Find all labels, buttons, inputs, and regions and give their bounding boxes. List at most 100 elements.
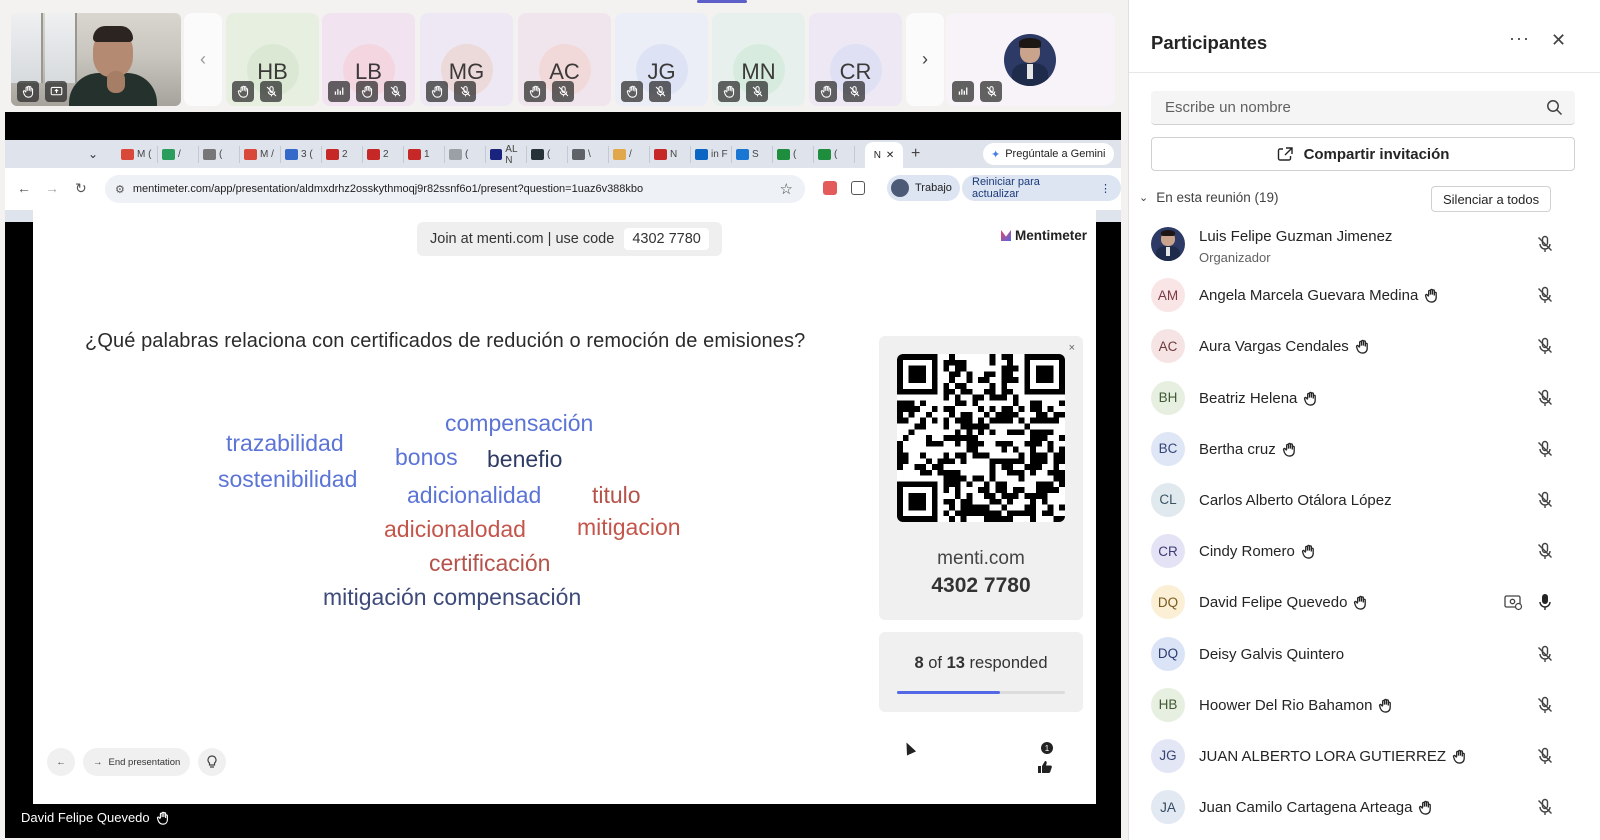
- participant-row[interactable]: DQ David Felipe Quevedo: [1129, 577, 1600, 628]
- participant-tile-organizer[interactable]: [946, 13, 1115, 106]
- url-bar[interactable]: ⚙ mentimeter.com/app/presentation/aldmxd…: [105, 175, 805, 203]
- participant-name: David Felipe Quevedo: [1199, 594, 1368, 611]
- mic-icon[interactable]: [1535, 592, 1555, 612]
- gallery-next-button[interactable]: ›: [906, 13, 944, 106]
- extension-icon[interactable]: [823, 181, 837, 195]
- browser-tab[interactable]: /: [609, 146, 650, 163]
- participant-tile[interactable]: CR: [809, 13, 902, 106]
- participant-row[interactable]: DQ Deisy Galvis Quintero: [1129, 629, 1600, 680]
- search-icon: [1547, 100, 1563, 116]
- arrow-left-icon: ←: [56, 756, 66, 768]
- participant-tile[interactable]: JG: [615, 13, 708, 106]
- self-video-tile[interactable]: [11, 13, 181, 106]
- mic-off-icon[interactable]: [1535, 644, 1555, 664]
- browser-tab[interactable]: 3 (: [281, 146, 322, 163]
- bookmark-star-icon[interactable]: ☆: [780, 180, 793, 198]
- audio-level-icon: [328, 81, 350, 102]
- forward-icon[interactable]: →: [45, 180, 59, 196]
- participant-name: Angela Marcela Guevara Medina: [1199, 287, 1439, 304]
- search-input[interactable]: [1165, 99, 1535, 116]
- browser-tab[interactable]: (: [199, 146, 240, 163]
- participant-row[interactable]: Luis Felipe Guzman Jimenez Organizador: [1129, 219, 1600, 270]
- share-invite-button[interactable]: Compartir invitación: [1151, 137, 1575, 171]
- close-icon[interactable]: ✕: [886, 150, 894, 161]
- participant-tile[interactable]: MG: [420, 13, 513, 106]
- participant-row[interactable]: AM Angela Marcela Guevara Medina: [1129, 270, 1600, 321]
- browser-tab[interactable]: AL N: [486, 144, 527, 166]
- browser-tab[interactable]: (: [445, 146, 486, 163]
- mute-all-button[interactable]: Silenciar a todos: [1431, 186, 1552, 212]
- mic-off-icon[interactable]: [1535, 695, 1555, 715]
- mentimeter-logo: Mentimeter: [1001, 228, 1087, 243]
- browser-tab[interactable]: in F: [691, 146, 732, 163]
- browser-tab[interactable]: M (: [117, 146, 158, 163]
- update-button[interactable]: Reiniciar para actualizar ⋮: [962, 175, 1121, 201]
- favicon-icon: [736, 149, 749, 160]
- mic-off-icon: [552, 81, 574, 102]
- site-settings-icon[interactable]: ⚙: [115, 183, 125, 196]
- participant-row[interactable]: AC Aura Vargas Cendales: [1129, 321, 1600, 372]
- divider: [1129, 72, 1600, 73]
- browser-tab[interactable]: (: [773, 146, 814, 163]
- close-icon[interactable]: ×: [1069, 342, 1075, 354]
- participant-row[interactable]: JG JUAN ALBERTO LORA GUTIERREZ: [1129, 731, 1600, 782]
- kebab-menu-icon[interactable]: ⋮: [1100, 182, 1111, 195]
- reactions[interactable]: 1: [1035, 742, 1059, 782]
- reload-icon[interactable]: ↻: [75, 180, 87, 197]
- browser-tab[interactable]: N: [650, 146, 691, 163]
- hand-raised-icon: [1303, 391, 1318, 406]
- browser-tab[interactable]: 1: [404, 146, 445, 163]
- mic-off-icon[interactable]: [1535, 746, 1555, 766]
- mic-off-icon[interactable]: [1535, 285, 1555, 305]
- gallery-indicator: [697, 0, 747, 3]
- browser-tab[interactable]: S: [732, 146, 773, 163]
- participant-row[interactable]: CR Cindy Romero: [1129, 526, 1600, 577]
- participant-search[interactable]: [1151, 91, 1575, 125]
- participant-row[interactable]: BH Beatriz Helena: [1129, 373, 1600, 424]
- word-cloud-word: adicionalidad: [407, 482, 542, 508]
- participant-row[interactable]: HB Hoower Del Rio Bahamon: [1129, 680, 1600, 731]
- end-presentation-button[interactable]: → End presentation: [83, 748, 191, 776]
- browser-tab[interactable]: 2: [322, 146, 363, 163]
- mic-off-icon[interactable]: [1535, 388, 1555, 408]
- mic-off-icon[interactable]: [1535, 490, 1555, 510]
- participant-tile[interactable]: LB: [322, 13, 415, 106]
- back-icon[interactable]: ←: [17, 180, 31, 196]
- participant-row[interactable]: CL Carlos Alberto Otálora López: [1129, 475, 1600, 526]
- gemini-button[interactable]: ✦ Pregúntale a Gemini: [983, 143, 1114, 165]
- join-instructions: Join at menti.com | use code 4302 7780: [417, 222, 722, 256]
- profile-button[interactable]: Trabajo: [887, 175, 960, 201]
- mic-off-icon[interactable]: [1535, 336, 1555, 356]
- tab-mentimeter[interactable]: N ✕: [865, 142, 903, 168]
- browser-tab[interactable]: /: [158, 146, 199, 163]
- mic-off-icon[interactable]: [1535, 439, 1555, 459]
- participant-tile[interactable]: AC: [518, 13, 611, 106]
- close-icon[interactable]: ✕: [1551, 30, 1566, 51]
- word-cloud-word: titulo: [592, 482, 641, 508]
- browser-tab[interactable]: 2: [363, 146, 404, 163]
- mic-off-icon[interactable]: [1535, 541, 1555, 561]
- word-cloud-word: certificación: [429, 550, 551, 576]
- mic-off-icon[interactable]: [1535, 797, 1555, 817]
- gallery-prev-button[interactable]: ‹: [184, 13, 222, 106]
- participant-row[interactable]: BC Bertha cruz: [1129, 424, 1600, 475]
- participant-tile[interactable]: HB: [226, 13, 319, 106]
- in-meeting-section-toggle[interactable]: ⌄ En esta reunión (19): [1139, 190, 1279, 205]
- participant-tile[interactable]: MN: [712, 13, 805, 106]
- new-tab-button[interactable]: +: [911, 145, 920, 163]
- tab-search-icon[interactable]: ⌄: [83, 145, 103, 163]
- lightbulb-button[interactable]: [198, 748, 227, 776]
- participant-row[interactable]: JA Juan Camilo Cartagena Arteaga: [1129, 782, 1600, 833]
- browser-tab[interactable]: \: [568, 146, 609, 163]
- chevron-left-icon: ‹: [200, 49, 206, 69]
- browser-tab[interactable]: (: [814, 146, 855, 163]
- mic-off-icon[interactable]: [1535, 234, 1555, 254]
- more-options-icon[interactable]: ···: [1509, 28, 1530, 49]
- puzzle-icon[interactable]: [851, 181, 865, 195]
- prev-slide-button[interactable]: ←: [47, 748, 75, 776]
- word-cloud-word: bonos: [395, 444, 458, 470]
- participant-role: Organizador: [1199, 250, 1271, 265]
- favicon-icon: [285, 149, 298, 160]
- browser-tab[interactable]: (: [527, 146, 568, 163]
- browser-tab[interactable]: M /: [240, 146, 281, 163]
